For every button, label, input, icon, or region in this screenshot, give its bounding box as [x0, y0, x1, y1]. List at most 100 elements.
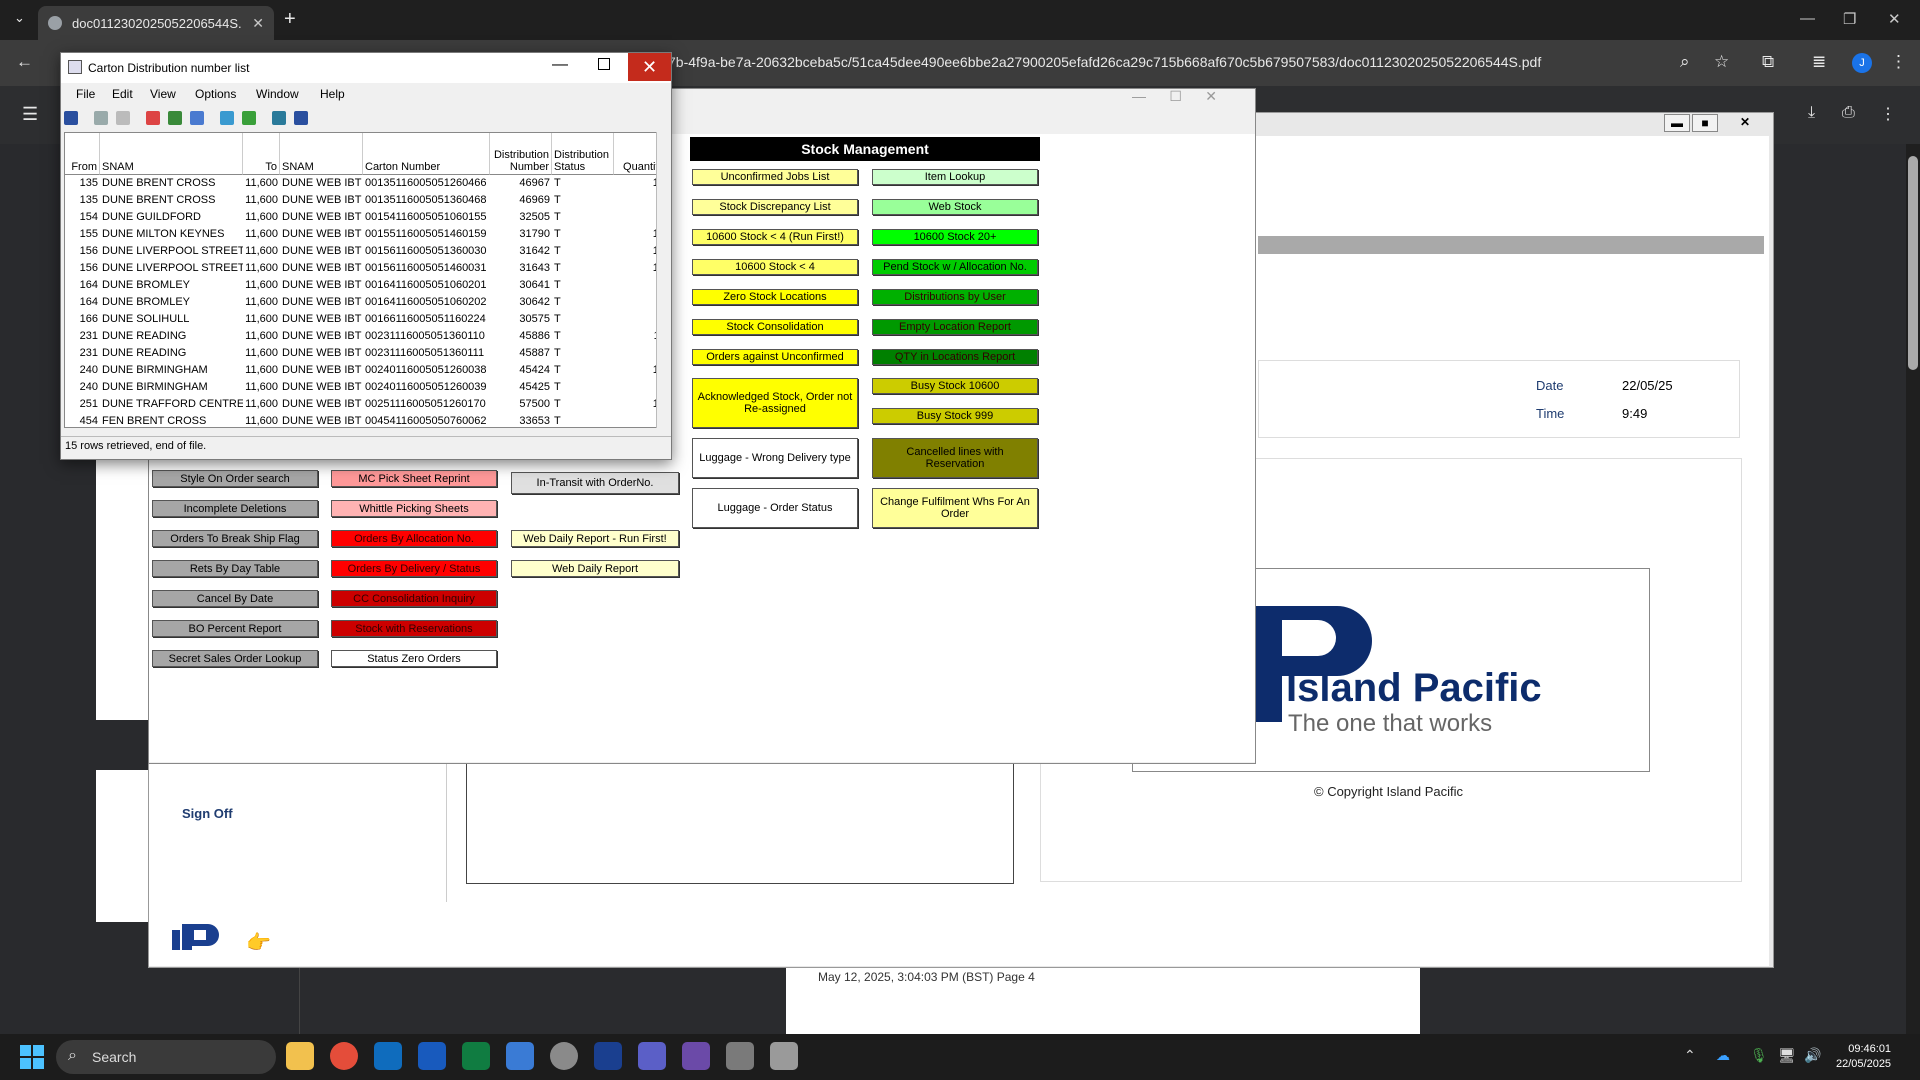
stock-mgmt-button-5[interactable]: Stock Consolidation: [692, 319, 858, 335]
tray-overflow-icon[interactable]: ⌃: [1684, 1047, 1696, 1064]
menu-col1-button-4[interactable]: Cancel By Date: [152, 590, 318, 607]
ip-maximize-button[interactable]: ■: [1692, 114, 1718, 132]
tab-search-icon[interactable]: ⌄: [14, 10, 25, 26]
media-icon[interactable]: ≣: [1812, 52, 1826, 72]
col-header-snam-to[interactable]: SNAM: [280, 133, 363, 175]
col-header-carton-number[interactable]: Carton Number: [363, 133, 490, 175]
ip-close-button[interactable]: ✕: [1727, 114, 1763, 132]
table-row[interactable]: 154 DUNE GUILDFORD 11,600 DUNE WEB IBT 00154…: [65, 209, 665, 226]
app-window-icon[interactable]: [726, 1042, 754, 1070]
onedrive-icon[interactable]: ☁: [1716, 1047, 1730, 1064]
maximize-icon[interactable]: [598, 58, 610, 70]
chart-icon[interactable]: [272, 111, 286, 125]
grid-scrollbar[interactable]: [656, 132, 666, 428]
table-row[interactable]: 164 DUNE BROMLEY 11,600 DUNE WEB IBT 0016411…: [65, 294, 665, 311]
file-explorer-icon[interactable]: [286, 1042, 314, 1070]
taskbar-search[interactable]: Search: [56, 1040, 276, 1074]
excel-icon[interactable]: [462, 1042, 490, 1070]
excel-icon[interactable]: [294, 111, 308, 125]
stock-mgmt-button-3[interactable]: 10600 Stock < 4: [692, 259, 858, 275]
taskbar-clock[interactable]: 09:46:01 22/05/2025: [1836, 1042, 1891, 1072]
refresh-icon[interactable]: [220, 111, 234, 125]
stock-mgmt-button-9[interactable]: Luggage - Order Status: [692, 488, 858, 528]
stock-mgmt-col4-button-5[interactable]: Empty Location Report: [872, 319, 1038, 335]
table-row[interactable]: 135 DUNE BRENT CROSS 11,600 DUNE WEB IBT 001…: [65, 175, 665, 192]
windows-start-icon[interactable]: [20, 1045, 44, 1069]
menu-col2-button-0[interactable]: MC Pick Sheet Reprint: [331, 470, 497, 487]
menu-col2-button-2[interactable]: Orders By Allocation No.: [331, 530, 497, 547]
table-row[interactable]: 251 DUNE TRAFFORD CENTRE 11,600 DUNE WEB IB…: [65, 396, 665, 413]
close-icon[interactable]: ✕: [628, 53, 671, 81]
menu-window[interactable]: Window: [256, 87, 299, 101]
island-pacific-icon[interactable]: [594, 1042, 622, 1070]
stock-mgmt-button-1[interactable]: Stock Discrepancy List: [692, 199, 858, 215]
outlook-icon[interactable]: [374, 1042, 402, 1070]
url-text[interactable]: 7b-4f9a-be7a-20632bceba5c/51ca45dee490ee…: [668, 54, 1541, 70]
restore-icon[interactable]: ❐: [1843, 10, 1856, 28]
close-tab-icon[interactable]: ✕: [252, 15, 264, 32]
new-tab-button[interactable]: +: [284, 8, 296, 31]
stock-mgmt-col4-button-0[interactable]: Item Lookup: [872, 169, 1038, 185]
stock-mgmt-col4-button-3[interactable]: Pend Stock w / Allocation No.: [872, 259, 1038, 275]
table-row[interactable]: 240 DUNE BIRMINGHAM 11,600 DUNE WEB IBT 0024…: [65, 379, 665, 396]
print-icon[interactable]: [94, 111, 108, 125]
stock-mgmt-col4-button-8[interactable]: Busy Stock 999: [872, 408, 1038, 424]
download-icon[interactable]: ⤓: [1808, 104, 1815, 122]
table-row[interactable]: 454 FEN BRENT CROSS 11,600 DUNE WEB IBT 0045…: [65, 413, 665, 427]
stock-mgmt-col4-button-9[interactable]: Cancelled lines with Reservation: [872, 438, 1038, 478]
stock-mgmt-button-8[interactable]: Luggage - Wrong Delivery type: [692, 438, 858, 478]
menu-options[interactable]: Options: [195, 87, 236, 101]
col-header-to[interactable]: To: [243, 133, 280, 175]
profile-avatar[interactable]: J: [1852, 53, 1872, 73]
sign-off-link[interactable]: Sign Off: [182, 806, 233, 821]
stock-mgmt-col4-button-10[interactable]: Change Fulfilment Whs For An Order: [872, 488, 1038, 528]
stock-mgmt-button-6[interactable]: Orders against Unconfirmed: [692, 349, 858, 365]
minimize-icon[interactable]: —: [1800, 10, 1815, 27]
col-header-from[interactable]: From: [65, 133, 100, 175]
table-row[interactable]: 166 DUNE SOLIHULL 11,600 DUNE WEB IBT 001661…: [65, 311, 665, 328]
ip-minimize-button[interactable]: ▬: [1664, 114, 1690, 132]
stock-mgmt-col4-button-6[interactable]: QTY in Locations Report: [872, 349, 1038, 365]
minimize-icon[interactable]: —: [552, 56, 568, 74]
table-row[interactable]: 164 DUNE BROMLEY 11,600 DUNE WEB IBT 0016411…: [65, 277, 665, 294]
volume-icon[interactable]: 🔊: [1804, 1047, 1821, 1064]
menu-col3-button-0[interactable]: In-Transit with OrderNo.: [511, 472, 679, 494]
notepad-icon[interactable]: [506, 1042, 534, 1070]
print-icon[interactable]: ⎙: [1842, 104, 1855, 122]
pointing-hand-icon[interactable]: 👉: [246, 930, 271, 955]
menu-col1-button-1[interactable]: Incomplete Deletions: [152, 500, 318, 517]
settings-icon[interactable]: [550, 1042, 578, 1070]
microphone-icon[interactable]: 🎙: [1750, 1047, 1768, 1064]
browser-tab[interactable]: doc0112302025052206544S.pd ✕: [38, 6, 274, 40]
page-thumbnail[interactable]: [96, 444, 148, 586]
menu-view[interactable]: View: [150, 87, 176, 101]
close-window-icon[interactable]: ✕: [1888, 10, 1901, 28]
menu-col1-button-5[interactable]: BO Percent Report: [152, 620, 318, 637]
teams-icon[interactable]: [638, 1042, 666, 1070]
more-menu-icon[interactable]: ⋮: [1890, 52, 1907, 72]
stock-mgmt-col4-button-7[interactable]: Busy Stock 10600: [872, 378, 1038, 394]
hamburger-menu-icon[interactable]: ☰: [22, 104, 38, 125]
stock-mgmt-col4-button-2[interactable]: 10600 Stock 20+: [872, 229, 1038, 245]
export-icon[interactable]: [242, 111, 256, 125]
menu-col3-button-2[interactable]: Web Daily Report: [511, 560, 679, 577]
menu-col2-button-4[interactable]: CC Consolidation Inquiry: [331, 590, 497, 607]
menu-col1-button-0[interactable]: Style On Order search: [152, 470, 318, 487]
print-preview-icon[interactable]: [116, 111, 130, 125]
menu-col2-button-1[interactable]: Whittle Picking Sheets: [331, 500, 497, 517]
col-header-snam[interactable]: SNAM: [100, 133, 243, 175]
stock-mgmt-button-7[interactable]: Acknowledged Stock, Order not Re-assigne…: [692, 378, 858, 428]
menu-col1-button-6[interactable]: Secret Sales Order Lookup: [152, 650, 318, 667]
app-window-icon[interactable]: [770, 1042, 798, 1070]
menu-help[interactable]: Help: [320, 87, 345, 101]
save-icon[interactable]: [64, 111, 78, 125]
stock-mgmt-col4-button-4[interactable]: Distributions by User: [872, 289, 1038, 305]
menu-col2-button-5[interactable]: Stock with Reservations: [331, 620, 497, 637]
network-icon[interactable]: 🖥: [1778, 1047, 1796, 1064]
zoom-icon[interactable]: ⌕: [1680, 52, 1690, 72]
menu-col2-button-6[interactable]: Status Zero Orders: [331, 650, 497, 667]
table-row[interactable]: 156 DUNE LIVERPOOL STREET 11,600 DUNE WEB I…: [65, 260, 665, 277]
find-icon[interactable]: [190, 111, 204, 125]
stock-mgmt-button-0[interactable]: Unconfirmed Jobs List: [692, 169, 858, 185]
sort-icon[interactable]: [168, 111, 182, 125]
